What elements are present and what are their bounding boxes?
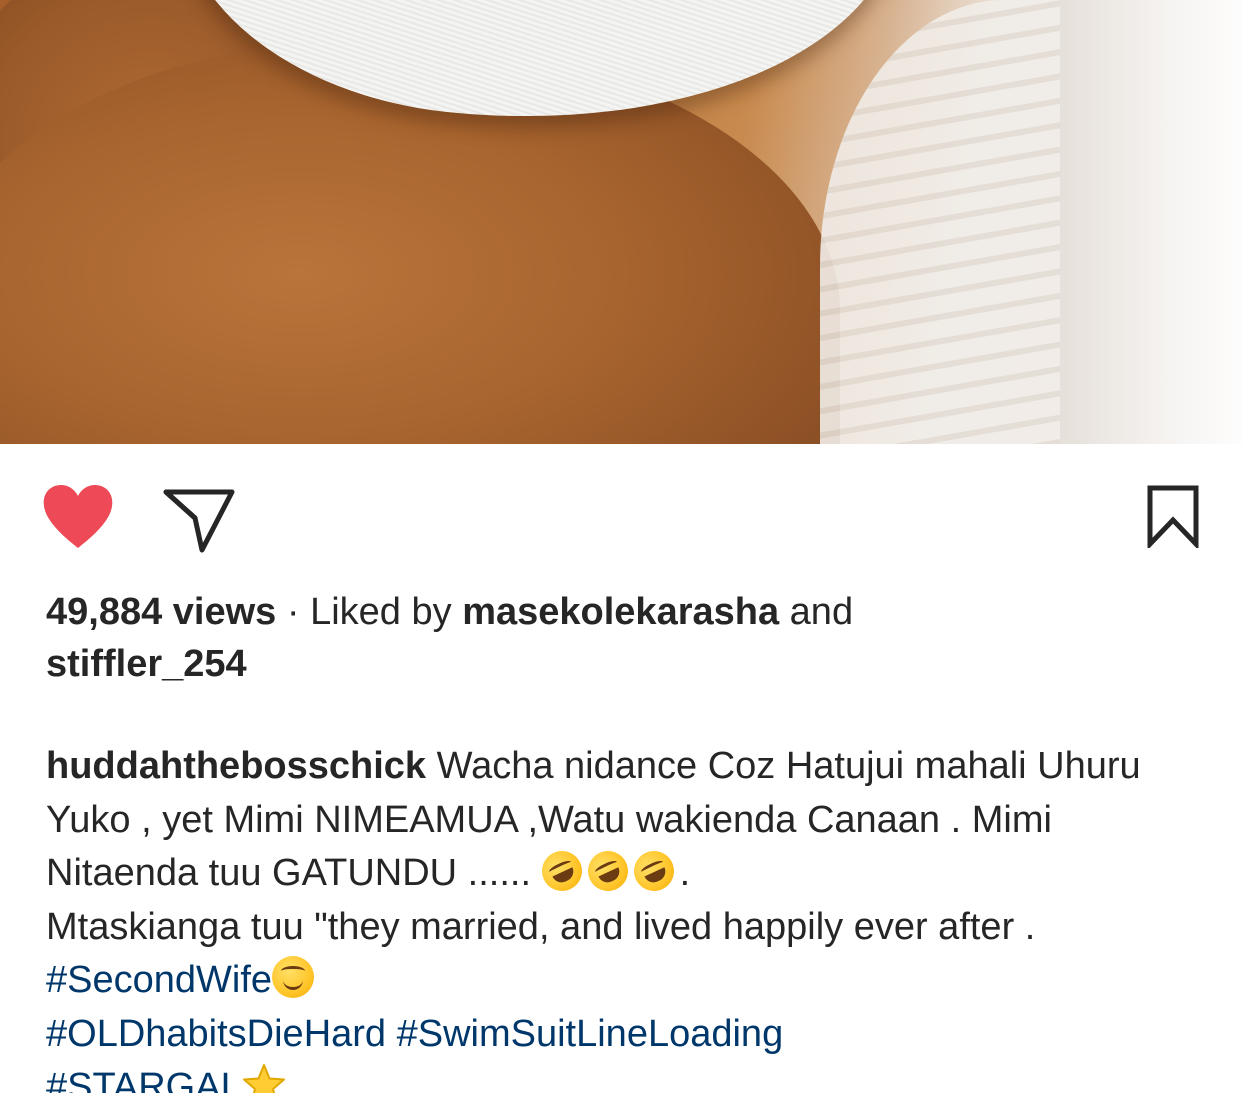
liked-by-label: Liked by [310, 591, 452, 633]
instagram-post: 49,884 views · Liked by masekolekarasha … [0, 0, 1242, 1093]
rolling-laughing-emoji-icon [627, 844, 681, 898]
bookmark-icon [1147, 485, 1199, 551]
post-photo[interactable] [0, 0, 1242, 444]
hashtag-second-wife[interactable]: #SecondWife [46, 954, 1206, 1008]
caption-period: . [679, 852, 691, 894]
and-label: and [789, 591, 854, 633]
caption: huddahthebosschick Wacha nidance Coz Hat… [46, 740, 1206, 1093]
separator-dot: · [286, 591, 300, 633]
hashtag-stargal[interactable]: #STARGAL [46, 1061, 1206, 1093]
like-button[interactable] [42, 484, 114, 550]
star-emoji-icon [242, 1064, 285, 1093]
liked-by-username[interactable]: masekolekarasha [462, 591, 779, 633]
paper-plane-icon [163, 489, 235, 553]
rolling-laughing-emoji-icon [581, 844, 635, 898]
share-button[interactable] [162, 488, 236, 554]
hashtag-line-habits-swimsuit[interactable]: #OLDhabitsDieHard #SwimSuitLineLoading [46, 1008, 1206, 1062]
rofl-emoji-group [535, 844, 681, 898]
caption-username[interactable]: huddahthebosschick [46, 745, 426, 787]
smiling-face-emoji-icon [272, 956, 315, 998]
post-details: 49,884 views · Liked by masekolekarasha … [46, 586, 1206, 1093]
likes-line: 49,884 views · Liked by masekolekarasha … [46, 586, 1206, 690]
photo-shape-sheet-edge [1060, 0, 1242, 444]
views-count[interactable]: 49,884 views [46, 591, 276, 633]
save-button[interactable] [1146, 484, 1200, 551]
caption-text-line-2: Mtaskianga tuu "they married, and lived … [46, 905, 1036, 948]
hashtag-label[interactable]: #STARGAL [46, 1066, 242, 1093]
other-liker-username[interactable]: stiffler_254 [46, 643, 247, 685]
action-bar [0, 444, 1242, 594]
rolling-laughing-emoji-icon [535, 844, 589, 898]
hashtag-label[interactable]: #SecondWife [46, 959, 272, 1001]
heart-filled-icon [43, 485, 113, 548]
